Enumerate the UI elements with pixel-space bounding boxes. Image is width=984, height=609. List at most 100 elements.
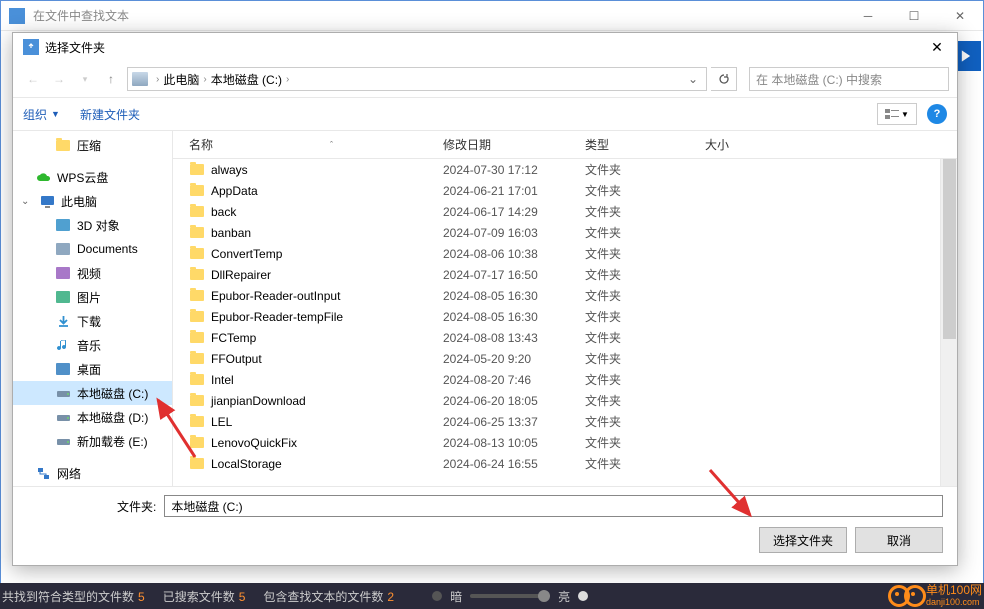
download-icon [55,313,71,329]
tree-item-label: 下载 [77,313,101,330]
breadcrumb-dropdown[interactable]: ⌄ [684,72,702,86]
cloud-icon [35,169,51,185]
file-row[interactable]: FFOutput2024-05-20 9:20文件夹 [173,348,940,369]
folder-icon [189,456,205,472]
file-type: 文件夹 [585,203,705,220]
tree-item[interactable]: 压缩 [13,133,172,157]
view-options-button[interactable]: ▼ [877,103,917,125]
maximize-button[interactable]: ☐ [891,1,937,31]
file-row[interactable]: Epubor-Reader-outInput2024-08-05 16:30文件… [173,285,940,306]
tree-item-label: 3D 对象 [77,217,120,234]
search-input[interactable]: 在 本地磁盘 (C:) 中搜索 [749,67,949,91]
file-row[interactable]: LocalStorage2024-06-24 16:55文件夹 [173,453,940,474]
file-row[interactable]: LEL2024-06-25 13:37文件夹 [173,411,940,432]
3d-icon [55,217,71,233]
file-row[interactable]: always2024-07-30 17:12文件夹 [173,159,940,180]
dark-label: 暗 [450,588,462,605]
column-header-name[interactable]: 名称ˆ [189,136,443,153]
tree-item[interactable]: Documents [13,237,172,261]
scrollbar-thumb[interactable] [943,159,956,339]
tree-item[interactable]: 3D 对象 [13,213,172,237]
file-date: 2024-08-06 10:38 [443,247,585,261]
tree-item-label: 视频 [77,265,101,282]
column-header-type[interactable]: 类型 [585,136,705,153]
file-type: 文件夹 [585,161,705,178]
slider-thumb[interactable] [538,590,550,602]
tree-item[interactable]: 网络 [13,461,172,485]
help-button[interactable]: ? [927,104,947,124]
watermark-logo: 单机100网 danji100.com [888,584,982,607]
file-row[interactable]: banban2024-07-09 16:03文件夹 [173,222,940,243]
folder-icon [189,330,205,346]
brightness-slider[interactable]: 暗 亮 [432,588,588,605]
tree-item[interactable]: 桌面 [13,357,172,381]
organize-menu[interactable]: 组织 ▼ [23,106,60,123]
dialog-titlebar: 选择文件夹 ✕ [13,33,957,61]
file-name: jianpianDownload [211,394,443,408]
file-row[interactable]: LenovoQuickFix2024-08-13 10:05文件夹 [173,432,940,453]
back-button[interactable]: ← [21,67,45,91]
dialog-close-button[interactable]: ✕ [921,35,953,59]
pc-icon [39,193,55,209]
tree-item[interactable]: 新加载卷 (E:) [13,429,172,453]
folder-icon [189,393,205,409]
file-row[interactable]: back2024-06-17 14:29文件夹 [173,201,940,222]
file-row[interactable]: AppData2024-06-21 17:01文件夹 [173,180,940,201]
slider-track[interactable] [470,594,550,598]
file-row[interactable]: FCTemp2024-08-08 13:43文件夹 [173,327,940,348]
folder-name-input[interactable] [164,495,943,517]
chevron-right-icon: › [156,74,159,85]
drive-icon [132,72,148,86]
recent-dropdown[interactable]: ▾ [73,67,97,91]
status-bar: 共找到符合类型的文件数5 已搜索文件数5 包含查找文本的文件数2 暗 亮 单机1… [0,583,984,609]
folder-icon [189,267,205,283]
column-header-date[interactable]: 修改日期 [443,136,585,153]
file-row[interactable]: Epubor-Reader-tempFile2024-08-05 16:30文件… [173,306,940,327]
close-button[interactable]: ✕ [937,1,983,31]
file-name: Epubor-Reader-tempFile [211,310,443,324]
breadcrumb-pc[interactable]: 此电脑 [163,71,199,88]
select-folder-button[interactable]: 选择文件夹 [759,527,847,553]
tree-item[interactable]: 视频 [13,261,172,285]
light-dot-icon [578,591,588,601]
tree-item[interactable]: WPS云盘 [13,165,172,189]
tree-item[interactable]: ⌄此电脑 [13,189,172,213]
file-row[interactable]: Intel2024-08-20 7:46文件夹 [173,369,940,390]
logo-text-bottom: danji100.com [926,598,982,608]
tree-item[interactable]: 下载 [13,309,172,333]
tree-item[interactable]: 图片 [13,285,172,309]
breadcrumb[interactable]: › 此电脑 › 本地磁盘 (C:) › ⌄ [127,67,707,91]
logo-circle-icon [904,585,926,607]
file-date: 2024-08-05 16:30 [443,310,585,324]
vertical-scrollbar[interactable] [940,159,957,486]
file-row[interactable]: ConvertTemp2024-08-06 10:38文件夹 [173,243,940,264]
minimize-button[interactable]: ─ [845,1,891,31]
up-button[interactable]: ↑ [99,67,123,91]
forward-button[interactable]: → [47,67,71,91]
file-row[interactable]: jianpianDownload2024-06-20 18:05文件夹 [173,390,940,411]
file-date: 2024-07-30 17:12 [443,163,585,177]
breadcrumb-drive[interactable]: 本地磁盘 (C:) [211,71,282,88]
file-name: banban [211,226,443,240]
network-icon [35,465,51,481]
refresh-button[interactable] [711,67,737,91]
file-type: 文件夹 [585,266,705,283]
folder-tree: 压缩WPS云盘⌄此电脑3D 对象Documents视频图片下载音乐桌面本地磁盘 … [13,131,173,486]
status-text-match-files: 包含查找文本的文件数2 [263,588,394,605]
column-header-size[interactable]: 大小 [705,136,785,153]
light-label: 亮 [558,588,570,605]
dialog-title: 选择文件夹 [45,39,921,56]
toolbar: 组织 ▼ 新建文件夹 ▼ ? [13,97,957,131]
tree-item[interactable]: 本地磁盘 (D:) [13,405,172,429]
cancel-button[interactable]: 取消 [855,527,943,553]
tree-item[interactable]: 本地磁盘 (C:) [13,381,172,405]
chevron-right-icon: › [286,74,289,85]
collapse-icon[interactable]: ⌄ [21,196,31,207]
folder-icon [189,414,205,430]
new-folder-button[interactable]: 新建文件夹 [80,106,140,123]
tree-item[interactable]: 音乐 [13,333,172,357]
search-placeholder: 在 本地磁盘 (C:) 中搜索 [756,71,882,88]
file-date: 2024-06-24 16:55 [443,457,585,471]
file-row[interactable]: DllRepairer2024-07-17 16:50文件夹 [173,264,940,285]
file-name: Epubor-Reader-outInput [211,289,443,303]
